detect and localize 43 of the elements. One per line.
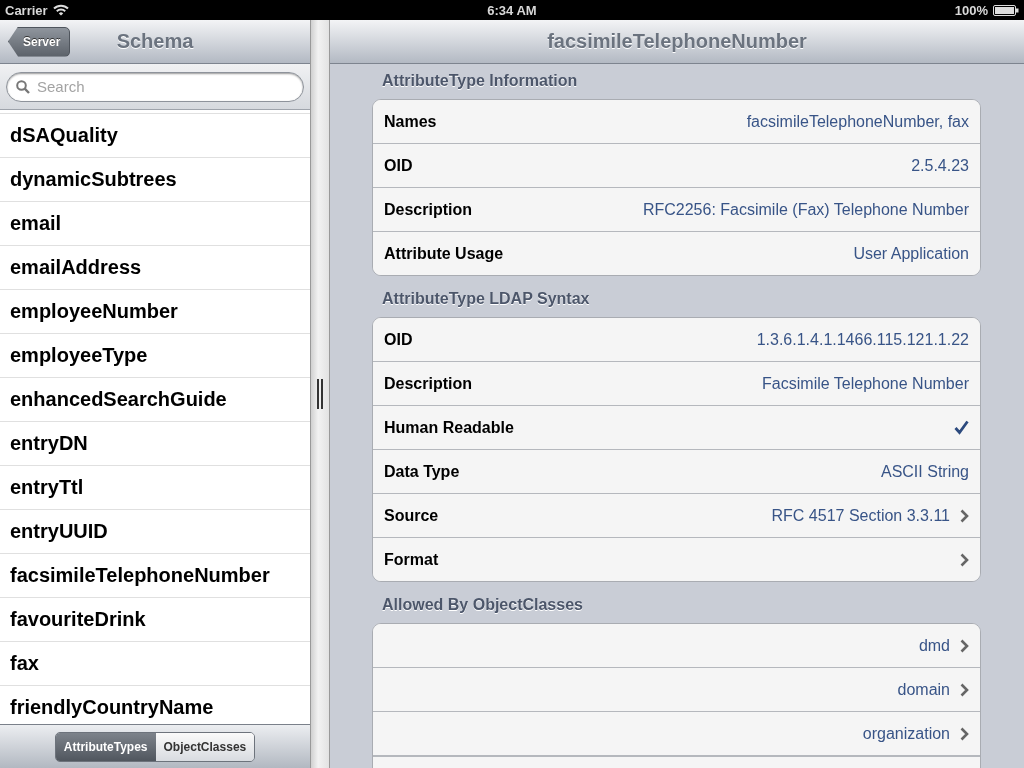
row-label: Description [384,200,472,219]
section-header: AttributeType LDAP Syntax [382,290,590,307]
search-field[interactable]: Search [6,71,304,102]
chevron-icon [960,508,969,523]
carrier-label: Carrier [5,2,48,18]
row-label: Data Type [384,462,460,481]
segment-tab[interactable]: AttributeTypes [55,732,156,761]
search-icon [16,79,30,94]
row-value: domain [897,680,950,699]
row-value: RFC2256: Facsimile (Fax) Telephone Number [642,200,969,219]
row-value: ASCII String [880,462,969,481]
row-value: organization [862,724,950,743]
row-value: User Application [853,244,969,263]
row-value: dmd [918,636,950,655]
row-value: 2.5.4.23 [911,156,969,175]
row-value: RFC 4517 Section 3.3.11 [771,506,950,525]
row-label: OID [384,156,413,175]
wifi-icon [52,4,69,16]
row-label: Format [384,550,439,569]
chevron-icon [960,682,969,697]
row-label: Description [384,374,472,393]
row-label: Human Readable [384,418,514,437]
nav-title: Schema [116,30,194,52]
chevron-icon [960,552,969,567]
row-label: Names [384,112,437,131]
back-button[interactable]: Server [8,26,71,57]
table-row[interactable]: dmd [373,624,980,668]
detail-title: facsimileTelephoneNumber [547,30,807,53]
row-value: Facsimile Telephone Number [762,374,969,393]
row-label: Source [384,506,439,525]
section-header: AttributeType Information [382,72,578,89]
segment-tab[interactable]: ObjectClasses [155,732,255,761]
clock: 6:34 AM [487,2,537,18]
chevron-icon [960,638,969,653]
battery-icon [993,4,1019,16]
row-value: facsimileTelephoneNumber, fax [746,112,969,131]
grip-icon[interactable] [317,379,323,409]
row-label: OID [384,330,413,349]
row-value: 1.3.6.1.4.1.1466.115.121.1.22 [756,330,969,349]
chevron-icon [960,726,969,741]
row-label: Attribute Usage [384,244,504,263]
section-header: Allowed By ObjectClasses [382,596,583,613]
battery-label: 100% [954,2,988,18]
